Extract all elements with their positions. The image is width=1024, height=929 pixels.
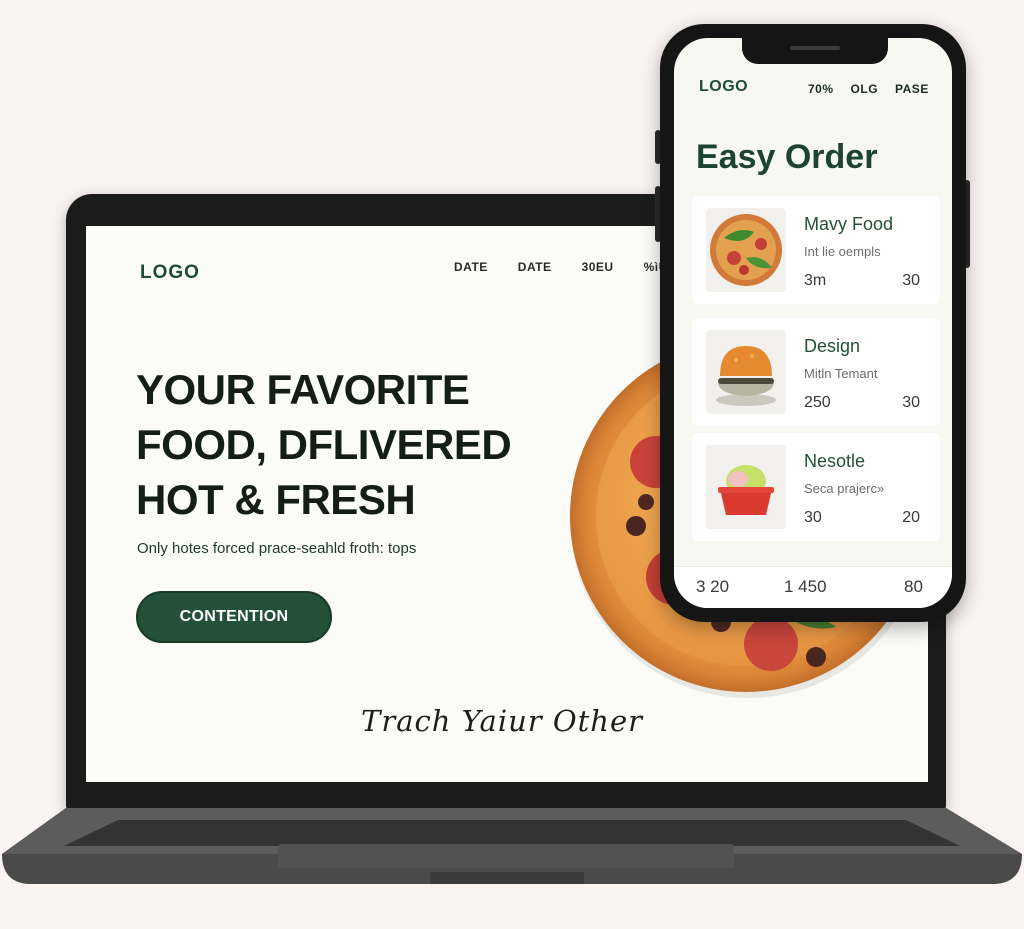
menu-card[interactable]: Design Mitln Temant 250 30 [692, 318, 940, 426]
item-name: Design [804, 336, 861, 356]
app-nav: 70% OLG PASE [808, 82, 929, 96]
app-logo[interactable]: LOGO [699, 78, 748, 96]
nav-item-date-1[interactable]: DATE [454, 260, 488, 274]
phone-screen: LOGO 70% OLG PASE Easy Order Mavy Food I… [674, 38, 952, 608]
app-title: Easy Order [696, 138, 878, 176]
site-nav: DATE DATE 30EU %ìU [454, 260, 668, 274]
item-name: Mavy Food [804, 214, 894, 234]
hero-title-line-2: FOOD, DFLIVERED [136, 421, 512, 468]
app-nav-item-pase[interactable]: PASE [895, 82, 929, 96]
item-name: Nesotle [804, 451, 866, 471]
nav-item-date-2[interactable]: DATE [518, 260, 552, 274]
item-value-left: 30 [804, 509, 822, 526]
salad-pizza-icon [706, 208, 786, 292]
hero-subtitle: Only hotes forced prace-seahld froth: to… [137, 540, 417, 557]
dessert-bowl-icon [706, 445, 786, 529]
hero-title-line-3: HOT & FRESH [136, 476, 416, 523]
hero-title-line-1: YOUR FAVORITE [136, 366, 470, 413]
item-value-right: 30 [902, 394, 920, 411]
item-desc: Seca prajerc» [804, 481, 885, 496]
item-value-left: 3m [804, 272, 827, 289]
app-nav-item-70[interactable]: 70% [808, 82, 834, 96]
app-footer: 3 20 1 450 80 [674, 566, 952, 608]
phone-notch [742, 38, 888, 64]
app-nav-item-olg[interactable]: OLG [851, 82, 879, 96]
script-tagline: Trach Yaiur Other [361, 704, 643, 738]
footer-value-3: 80 [904, 577, 923, 596]
item-value-left: 250 [804, 394, 831, 411]
item-value-right: 30 [902, 272, 920, 289]
site-logo[interactable]: LOGO [140, 262, 200, 284]
footer-value-1: 3 20 [696, 577, 730, 596]
footer-value-2: 1 450 [784, 577, 827, 596]
nav-item-30eu[interactable]: 30EU [582, 260, 614, 274]
item-desc: Int lie oempls [804, 244, 881, 259]
item-desc: Mitln Temant [804, 366, 878, 381]
item-value-right: 20 [902, 509, 920, 526]
contention-button[interactable]: CONTENTION [136, 591, 332, 643]
hero-title: YOUR FAVORITE FOOD, DFLIVERED HOT & FRES… [136, 362, 556, 527]
laptop-base [2, 808, 1022, 884]
menu-card[interactable]: Mavy Food Int lie oempls 3m 30 [692, 196, 940, 304]
burger-icon [706, 330, 786, 414]
menu-card[interactable]: Nesotle Seca prajerc» 30 20 [692, 433, 940, 541]
